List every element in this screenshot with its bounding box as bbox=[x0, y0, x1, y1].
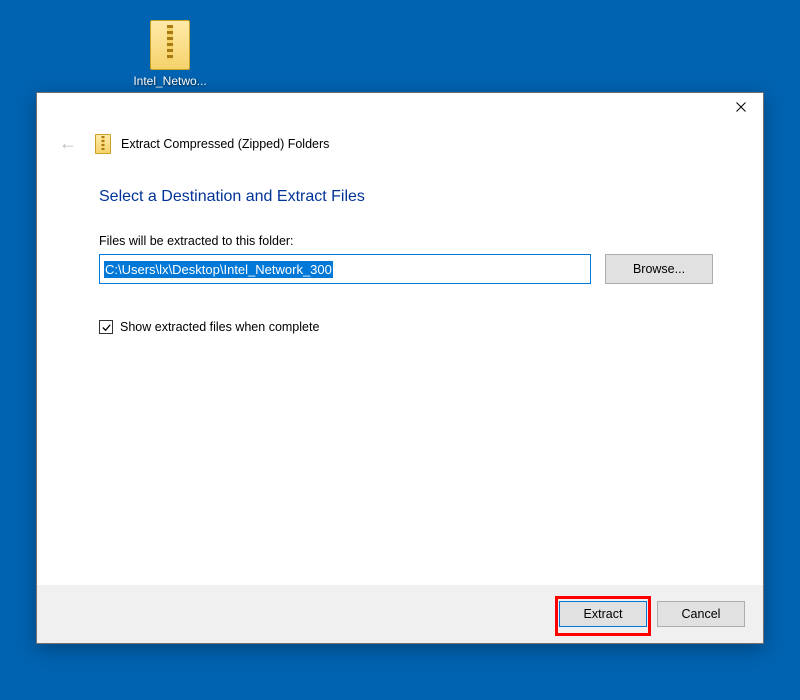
checkmark-icon bbox=[101, 322, 112, 333]
dialog-header: ← Extract Compressed (Zipped) Folders bbox=[37, 123, 763, 168]
titlebar bbox=[37, 93, 763, 123]
page-heading: Select a Destination and Extract Files bbox=[99, 188, 713, 206]
dialog-content: Select a Destination and Extract Files F… bbox=[37, 168, 763, 585]
zip-folder-icon bbox=[95, 134, 111, 154]
zip-folder-icon bbox=[150, 20, 190, 70]
show-files-checkbox[interactable] bbox=[99, 320, 113, 334]
browse-button[interactable]: Browse... bbox=[605, 254, 713, 284]
path-row: C:\Users\lx\Desktop\Intel_Network_300 Br… bbox=[99, 254, 713, 284]
button-bar: Extract Cancel bbox=[37, 585, 763, 643]
destination-path-input[interactable]: C:\Users\lx\Desktop\Intel_Network_300 bbox=[99, 254, 591, 284]
close-button[interactable] bbox=[718, 93, 763, 121]
show-files-checkbox-row[interactable]: Show extracted files when complete bbox=[99, 320, 713, 334]
show-files-checkbox-label: Show extracted files when complete bbox=[120, 320, 319, 334]
close-icon bbox=[736, 102, 746, 112]
desktop-icon-label: Intel_Netwo... bbox=[130, 74, 210, 88]
back-arrow-icon: ← bbox=[51, 129, 85, 158]
extract-wizard-dialog: ← Extract Compressed (Zipped) Folders Se… bbox=[36, 92, 764, 644]
cancel-button[interactable]: Cancel bbox=[657, 601, 745, 627]
path-field-label: Files will be extracted to this folder: bbox=[99, 234, 713, 248]
dialog-title: Extract Compressed (Zipped) Folders bbox=[121, 137, 329, 151]
extract-button[interactable]: Extract bbox=[559, 601, 647, 627]
destination-path-value: C:\Users\lx\Desktop\Intel_Network_300 bbox=[104, 261, 333, 278]
desktop-zip-shortcut[interactable]: Intel_Netwo... bbox=[130, 20, 210, 88]
